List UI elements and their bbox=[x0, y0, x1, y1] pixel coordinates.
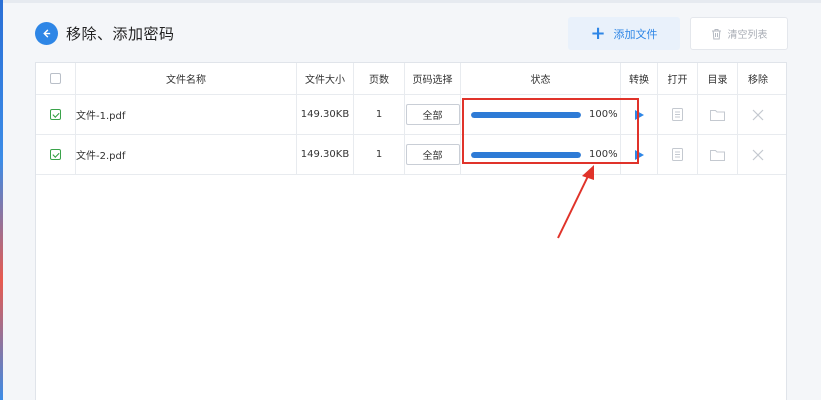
directory-cell bbox=[698, 135, 738, 174]
document-icon[interactable] bbox=[672, 108, 683, 121]
page-count: 1 bbox=[354, 95, 405, 134]
header-select-all-cell bbox=[36, 63, 76, 94]
add-file-label: 添加文件 bbox=[613, 27, 658, 41]
column-header-page-select: 页码选择 bbox=[405, 63, 461, 94]
column-header-status: 状态 bbox=[461, 63, 621, 94]
file-size: 149.30KB bbox=[297, 95, 354, 134]
row-checkbox[interactable] bbox=[50, 149, 61, 160]
remove-cell bbox=[738, 135, 778, 174]
trash-icon bbox=[711, 28, 721, 39]
column-header-size: 文件大小 bbox=[297, 63, 354, 94]
column-header-open: 打开 bbox=[658, 63, 698, 94]
file-size: 149.30KB bbox=[297, 135, 354, 174]
close-icon[interactable] bbox=[752, 149, 764, 161]
column-header-name: 文件名称 bbox=[76, 63, 297, 94]
page-select-button[interactable]: 全部 bbox=[405, 144, 460, 165]
close-icon[interactable] bbox=[752, 109, 764, 121]
page-select-cell: 全部 bbox=[405, 135, 461, 174]
remove-cell bbox=[738, 95, 778, 134]
column-header-pages: 页数 bbox=[354, 63, 405, 94]
select-all-checkbox[interactable] bbox=[50, 73, 61, 84]
arrow-left-icon bbox=[43, 29, 51, 38]
clear-list-button[interactable]: 清空列表 bbox=[690, 17, 788, 50]
directory-cell bbox=[698, 95, 738, 134]
file-table: 文件名称 文件大小 页数 页码选择 状态 转换 打开 目录 移除 文件-1.pd… bbox=[35, 62, 787, 400]
open-cell bbox=[658, 95, 698, 134]
folder-icon[interactable] bbox=[710, 109, 725, 121]
column-header-directory: 目录 bbox=[698, 63, 738, 94]
page-select-cell: 全部 bbox=[405, 95, 461, 134]
row-check-cell bbox=[36, 135, 76, 174]
plus-icon: + bbox=[590, 22, 606, 44]
file-name: 文件-2.pdf bbox=[76, 135, 297, 174]
open-cell bbox=[658, 135, 698, 174]
page-title: 移除、添加密码 bbox=[66, 25, 175, 43]
annotation-highlight-box bbox=[462, 98, 639, 164]
folder-icon[interactable] bbox=[710, 149, 725, 161]
page-select-button[interactable]: 全部 bbox=[405, 104, 460, 125]
add-file-button[interactable]: + 添加文件 bbox=[568, 17, 680, 50]
document-icon[interactable] bbox=[672, 148, 683, 161]
file-name: 文件-1.pdf bbox=[76, 95, 297, 134]
table-row: 文件-2.pdf 149.30KB 1 全部 100% bbox=[36, 135, 786, 175]
column-header-convert: 转换 bbox=[621, 63, 658, 94]
row-checkbox[interactable] bbox=[50, 109, 61, 120]
clear-list-label: 清空列表 bbox=[727, 30, 768, 41]
row-check-cell bbox=[36, 95, 76, 134]
table-header-row: 文件名称 文件大小 页数 页码选择 状态 转换 打开 目录 移除 bbox=[36, 63, 786, 95]
column-header-remove: 移除 bbox=[748, 75, 768, 86]
header: 移除、添加密码 + 添加文件 清空列表 bbox=[0, 0, 821, 64]
table-row: 文件-1.pdf 149.30KB 1 全部 100% bbox=[36, 95, 786, 135]
page-count: 1 bbox=[354, 135, 405, 174]
back-button[interactable] bbox=[35, 22, 58, 45]
